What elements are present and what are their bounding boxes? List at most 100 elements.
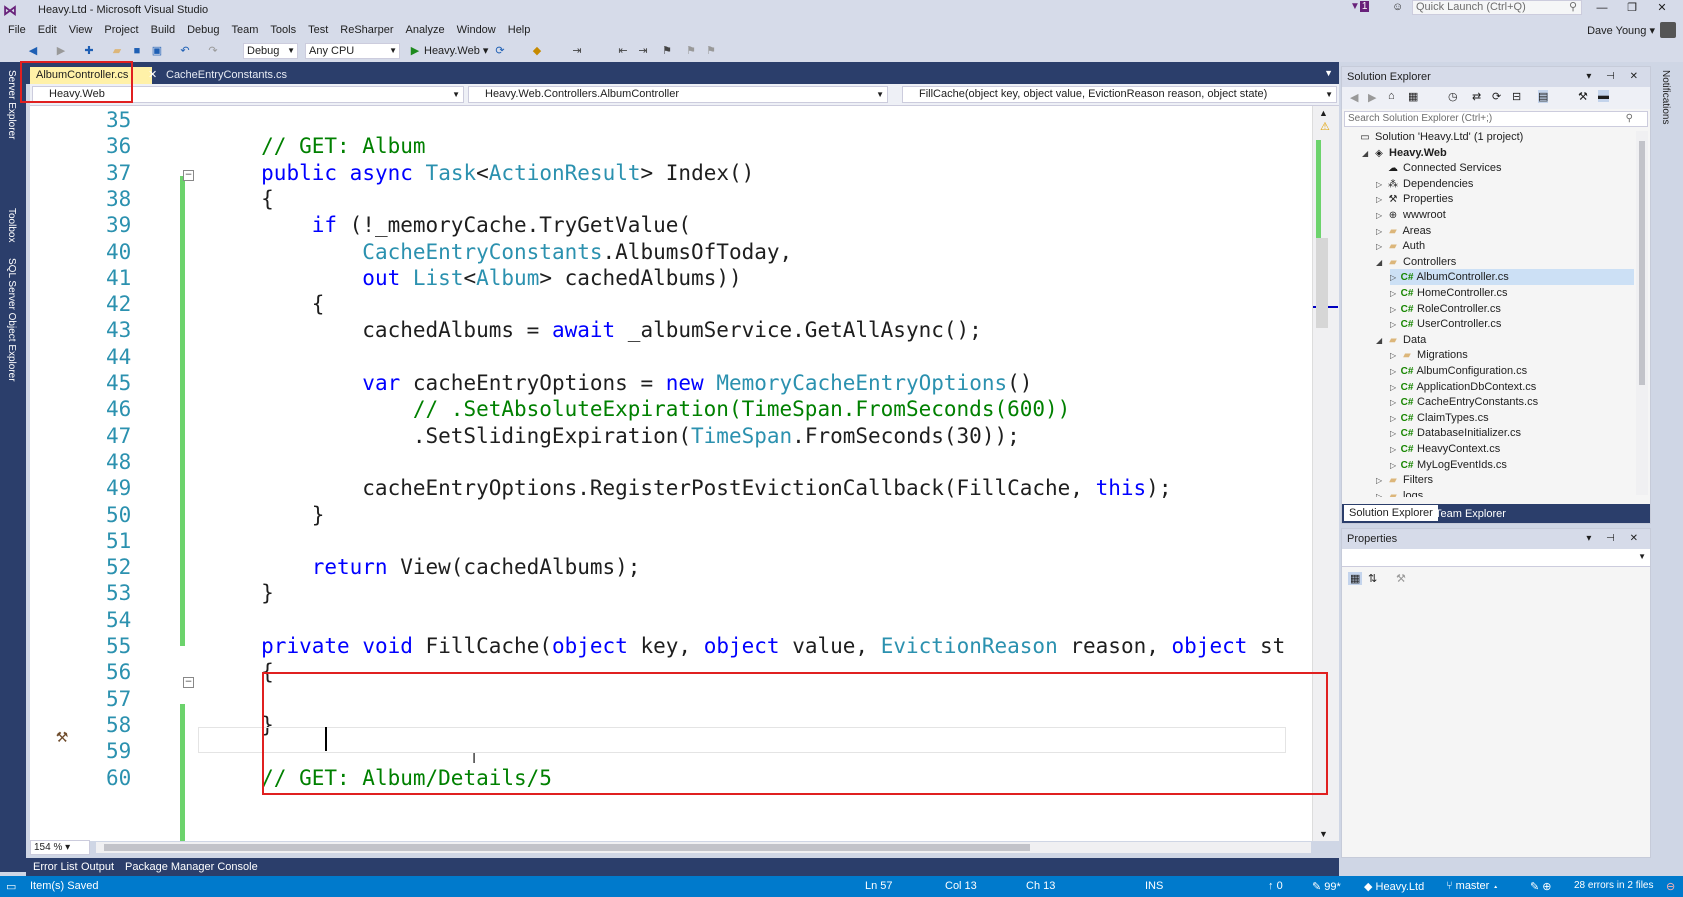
code-line[interactable]: 55 private void FillCache(object key, ob… (30, 632, 1312, 660)
tree-item[interactable]: ▷ ▰ logs (1376, 488, 1423, 497)
warning-icon[interactable]: ⚠ (1320, 120, 1330, 133)
panel-controls[interactable]: ▾ ⊣ ✕ (1586, 67, 1644, 87)
horizontal-scrollbar[interactable] (96, 842, 1311, 853)
code-line[interactable]: 49 cacheEntryOptions.RegisterPostEvictio… (30, 474, 1312, 502)
start-icon[interactable]: ▶ (408, 44, 422, 58)
user-name[interactable]: Dave Young ▾ (1587, 24, 1655, 37)
tree-item[interactable]: ▷ C# HomeController.cs (1390, 285, 1508, 301)
tree-item[interactable]: ◢ ▰ Data (1376, 332, 1426, 348)
expander-icon[interactable]: ▷ (1390, 458, 1400, 474)
tree-item[interactable]: ▷ C# ApplicationDbContext.cs (1390, 379, 1536, 395)
notifications-tab[interactable]: Notifications (1660, 70, 1671, 124)
tab-team-explorer[interactable]: Team Explorer (1430, 506, 1511, 522)
expander-icon[interactable]: ▷ (1376, 192, 1386, 208)
expander-icon[interactable]: ▷ (1390, 348, 1400, 364)
tree-item[interactable]: ☁ Connected Services (1376, 160, 1502, 176)
menu-test[interactable]: Test (308, 24, 328, 36)
error-icon[interactable]: ⊖ (1666, 880, 1675, 893)
expander-icon[interactable]: ▷ (1390, 270, 1400, 286)
forward-icon[interactable]: ▶ (1368, 91, 1376, 104)
expander-icon[interactable]: ▷ (1390, 411, 1400, 427)
feedback-icon[interactable]: ☺ (1392, 1, 1403, 13)
pending-changes-icon[interactable]: ◷ (1448, 90, 1458, 103)
code-line[interactable]: 52 return View(cachedAlbums); (30, 553, 1312, 581)
class-dropdown[interactable]: Heavy.Web.Controllers.AlbumController ▼ (468, 86, 888, 103)
tab-error-list[interactable]: Error List (28, 859, 83, 875)
indent-icon[interactable]: ⇤ (616, 44, 630, 58)
expander-icon[interactable]: ▷ (1390, 395, 1400, 411)
tree-item[interactable]: ▷ ⁂ Dependencies (1376, 176, 1473, 192)
tree-item[interactable]: ▷ ▰ Areas (1376, 223, 1431, 239)
code-line[interactable]: 37 public async Task<ActionResult> Index… (30, 159, 1312, 187)
tab-output[interactable]: Output (76, 859, 119, 875)
menu-help[interactable]: Help (508, 24, 531, 36)
back-icon[interactable]: ◀ (26, 44, 40, 58)
tree-item[interactable]: ▷ C# RoleController.cs (1390, 301, 1501, 317)
prev-bookmark-icon[interactable]: ⚑ (684, 44, 698, 58)
tree-item[interactable]: ▷ C# MyLogEventIds.cs (1390, 457, 1507, 473)
branch-button[interactable]: ⑂ master ▴ (1446, 880, 1499, 892)
tab-cache-entry-constants[interactable]: CacheEntryConstants.cs (160, 67, 290, 84)
menu-debug[interactable]: Debug (187, 24, 219, 36)
code-text[interactable]: cacheEntryOptions.RegisterPostEvictionCa… (160, 474, 1171, 502)
code-text[interactable]: if (!_memoryCache.TryGetValue( (160, 211, 691, 239)
tab-overflow-icon[interactable]: ▼ (1324, 68, 1333, 78)
expander-icon[interactable]: ▷ (1390, 380, 1400, 396)
code-line[interactable]: 43 cachedAlbums = await _albumService.Ge… (30, 316, 1312, 344)
error-count[interactable]: 28 errors in 2 files (1574, 880, 1653, 891)
code-text[interactable]: return View(cachedAlbums); (160, 553, 641, 581)
solution-search-input[interactable]: Search Solution Explorer (Ctrl+;) ⚲ (1344, 111, 1648, 127)
code-line[interactable]: 53 } (30, 579, 1312, 607)
tree-item[interactable]: ▷ ▰ Auth (1376, 238, 1425, 254)
switch-views-icon[interactable]: ▦ (1408, 90, 1418, 103)
code-text[interactable]: } (160, 579, 274, 607)
tree-item[interactable]: ▷ C# HeavyContext.cs (1390, 441, 1500, 457)
menu-analyze[interactable]: Analyze (405, 24, 444, 36)
code-line[interactable]: 48 (30, 448, 1312, 476)
next-bookmark-icon[interactable]: ⚑ (704, 44, 718, 58)
collapse-toggle[interactable]: − (183, 677, 194, 688)
code-line[interactable]: 38 { (30, 185, 1312, 213)
repository-button[interactable]: ◆ Heavy.Ltd (1364, 880, 1424, 893)
outdent-icon[interactable]: ⇥ (636, 44, 650, 58)
expander-icon[interactable]: ▷ (1376, 208, 1386, 224)
tree-item[interactable]: ▷ C# AlbumController.cs (1390, 269, 1634, 286)
tab-package-manager-console[interactable]: Package Manager Console (120, 859, 263, 875)
close-window-button[interactable]: ✕ (1648, 0, 1676, 16)
menu-project[interactable]: Project (104, 24, 138, 36)
collapse-toggle[interactable]: − (183, 170, 194, 181)
quick-action-hammer-icon[interactable]: ⚒ (56, 723, 68, 747)
code-text[interactable]: private void FillCache(object key, objec… (160, 632, 1285, 660)
code-line[interactable]: 45 var cacheEntryOptions = new MemoryCac… (30, 369, 1312, 397)
expander-icon[interactable]: ▷ (1390, 302, 1400, 318)
code-text[interactable]: { (160, 290, 325, 318)
code-text[interactable]: { (160, 185, 274, 213)
tree-scrollbar[interactable] (1636, 131, 1648, 495)
code-line[interactable]: 50 } (30, 501, 1312, 529)
save-icon[interactable]: ■ (130, 44, 144, 58)
step-icon[interactable]: ⇥ (570, 44, 584, 58)
tree-item[interactable]: ▷ C# CacheEntryConstants.cs (1390, 394, 1538, 410)
tree-item[interactable]: ▷ C# DatabaseInitializer.cs (1390, 425, 1521, 441)
tab-solution-explorer[interactable]: Solution Explorer (1344, 505, 1438, 521)
tree-item[interactable]: ▷ ▰ Filters (1376, 472, 1433, 488)
pending-edits[interactable]: ✎ 99* (1312, 880, 1341, 893)
menu-tools[interactable]: Tools (270, 24, 296, 36)
code-line[interactable]: 46 // .SetAbsoluteExpiration(TimeSpan.Fr… (30, 395, 1312, 423)
expander-icon[interactable]: ◢ (1376, 333, 1386, 349)
scroll-down-icon[interactable]: ▼ (1319, 829, 1328, 839)
toolbox-tab[interactable]: Toolbox (6, 208, 17, 242)
show-all-files-icon[interactable]: ▤ (1538, 90, 1549, 103)
expander-icon[interactable]: ◢ (1376, 255, 1386, 271)
code-line[interactable]: 54 (30, 606, 1312, 634)
restore-button[interactable]: ❐ (1618, 0, 1646, 16)
back-icon[interactable]: ◀ (1350, 91, 1358, 104)
minimize-button[interactable]: — (1588, 0, 1616, 16)
expander-icon[interactable]: ▷ (1376, 473, 1386, 489)
code-line[interactable]: 41 out List<Album> cachedAlbums)) (30, 264, 1312, 292)
code-text[interactable]: var cacheEntryOptions = new MemoryCacheE… (160, 369, 1032, 397)
code-text[interactable]: cachedAlbums = await _albumService.GetAl… (160, 316, 982, 344)
status-extras-icon[interactable]: ✎ ⊕ (1530, 880, 1552, 893)
code-line[interactable]: 44 (30, 343, 1312, 371)
redo-icon[interactable]: ↷ (206, 44, 220, 58)
